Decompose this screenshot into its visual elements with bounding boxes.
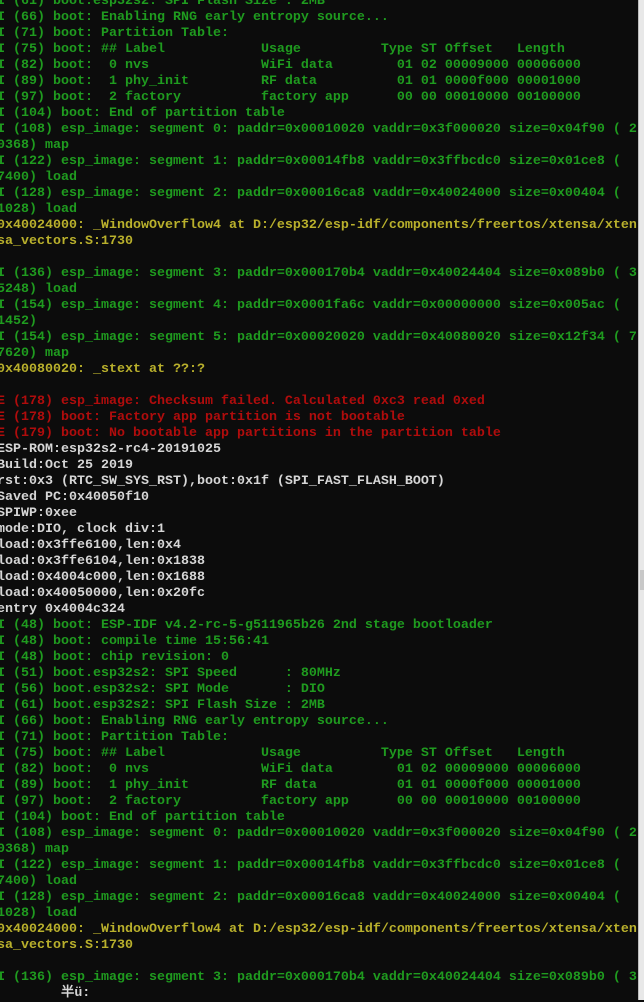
log-line-error: E (178) esp_image: Checksum failed. Calc… (0, 394, 485, 409)
log-line: entry 0x4004c324 (0, 602, 125, 617)
scrollbar-thumb[interactable] (640, 570, 644, 590)
log-line-info: I (71) boot: Partition Table: (0, 730, 229, 745)
terminal-output: I (61) boot.esp32s2: SPI Flash Size : 2M… (0, 0, 638, 986)
log-line-info: 7400) load (0, 874, 77, 889)
log-line-address: 0x40080020: _stext at ??:? (0, 362, 205, 377)
log-line-info: I (89) boot: 1 phy_init RF data 01 01 00… (0, 778, 581, 793)
log-line-info: 1452) (0, 314, 37, 329)
log-line-info: 0368) map (0, 138, 69, 153)
log-line-info: I (48) boot: ESP-IDF v4.2-rc-5-g511965b2… (0, 618, 493, 633)
log-line-info: 7400) load (0, 170, 77, 185)
log-line: load:0x3ffe6104,len:0x1838 (0, 554, 205, 569)
log-line-info: I (82) boot: 0 nvs WiFi data 01 02 00009… (0, 58, 581, 73)
log-line-info: I (82) boot: 0 nvs WiFi data 01 02 00009… (0, 762, 581, 777)
log-line-info: I (89) boot: 1 phy_init RF data 01 01 00… (0, 74, 581, 89)
log-line-info: I (104) boot: End of partition table (0, 106, 285, 121)
log-line-info: I (128) esp_image: segment 2: paddr=0x00… (0, 186, 621, 201)
log-line-info: I (71) boot: Partition Table: (0, 26, 229, 41)
log-line-info: I (122) esp_image: segment 1: paddr=0x00… (0, 154, 621, 169)
log-line-info: I (104) boot: End of partition table (0, 810, 285, 825)
vertical-scrollbar[interactable] (638, 0, 644, 1000)
log-line: rst:0x3 (RTC_SW_SYS_RST),boot:0x1f (SPI_… (0, 474, 445, 489)
log-line: Saved PC:0x40050f10 (0, 490, 149, 505)
log-line-info: I (122) esp_image: segment 1: paddr=0x00… (0, 858, 621, 873)
log-line-info: I (51) boot.esp32s2: SPI Speed : 80MHz (0, 666, 341, 681)
log-line-info: 7620) map (0, 346, 69, 361)
log-line-info: I (61) boot.esp32s2: SPI Flash Size : 2M… (0, 698, 325, 713)
log-line-info: I (66) boot: Enabling RNG early entropy … (0, 10, 389, 25)
log-line-info: I (154) esp_image: segment 5: paddr=0x00… (0, 330, 637, 345)
log-line-address: 0x40024000: _WindowOverflow4 at D:/esp32… (0, 218, 637, 233)
log-line-error: E (179) boot: No bootable app partitions… (0, 426, 501, 441)
log-line-info: I (75) boot: ## Label Usage Type ST Offs… (0, 42, 565, 57)
log-line-info: 1028) load (0, 906, 77, 921)
log-line: mode:DIO, clock div:1 (0, 522, 165, 537)
log-line: load:0x3ffe6100,len:0x4 (0, 538, 181, 553)
log-line-info: I (97) boot: 2 factory factory app 00 00… (0, 794, 581, 809)
log-line-info: I (136) esp_image: segment 3: paddr=0x00… (0, 266, 637, 281)
log-line-info: 1028) load (0, 202, 77, 217)
log-line-info: I (75) boot: ## Label Usage Type ST Offs… (0, 746, 565, 761)
log-line-info: I (66) boot: Enabling RNG early entropy … (0, 714, 389, 729)
log-line-info: I (108) esp_image: segment 0: paddr=0x00… (0, 826, 637, 841)
log-line-info: I (128) esp_image: segment 2: paddr=0x00… (0, 890, 621, 905)
log-line: SPIWP:0xee (0, 506, 77, 521)
log-line-info: I (61) boot.esp32s2: SPI Flash Size : 2M… (0, 0, 325, 9)
log-line-info: I (56) boot.esp32s2: SPI Mode : DIO (0, 682, 325, 697)
log-line-address: sa_vectors.S:1730 (0, 234, 133, 249)
log-line: Build:Oct 25 2019 (0, 458, 133, 473)
log-line-info: I (97) boot: 2 factory factory app 00 00… (0, 90, 581, 105)
log-line-address: 0x40024000: _WindowOverflow4 at D:/esp32… (0, 922, 637, 937)
log-line-info: 0368) map (0, 842, 69, 857)
log-line: load:0x40050000,len:0x20fc (0, 586, 205, 601)
log-line-address: sa_vectors.S:1730 (0, 938, 133, 953)
log-line-info: I (48) boot: compile time 15:56:41 (0, 634, 269, 649)
log-line-error: E (178) boot: Factory app partition is n… (0, 410, 405, 425)
log-line-info: I (48) boot: chip revision: 0 (0, 650, 229, 665)
log-line-info: I (108) esp_image: segment 0: paddr=0x00… (0, 122, 637, 137)
log-line-info: I (154) esp_image: segment 4: paddr=0x00… (0, 298, 621, 313)
log-line: load:0x4004c000,len:0x1688 (0, 570, 205, 585)
log-line-info: 5248) load (0, 282, 77, 297)
log-line-info: I (136) esp_image: segment 3: paddr=0x00… (0, 970, 637, 985)
log-line: ESP-ROM:esp32s2-rc4-20191025 (0, 442, 221, 457)
